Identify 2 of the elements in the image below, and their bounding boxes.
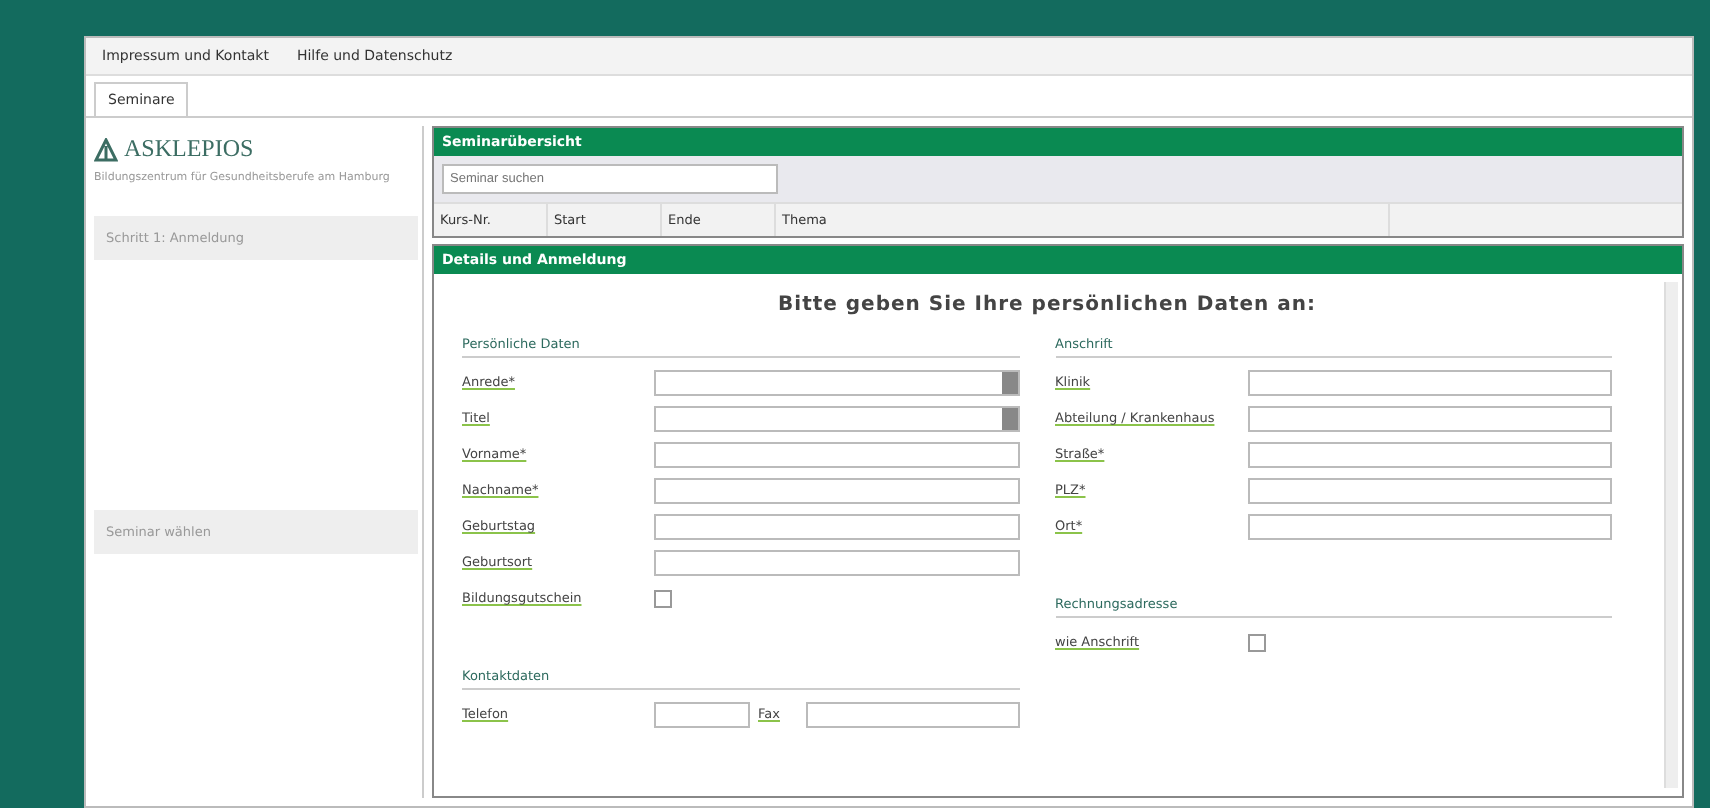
form-heading: Bitte geben Sie Ihre persönlichen Daten an: [776, 294, 1318, 316]
logo-text: ASKLEPIOS [124, 134, 254, 164]
